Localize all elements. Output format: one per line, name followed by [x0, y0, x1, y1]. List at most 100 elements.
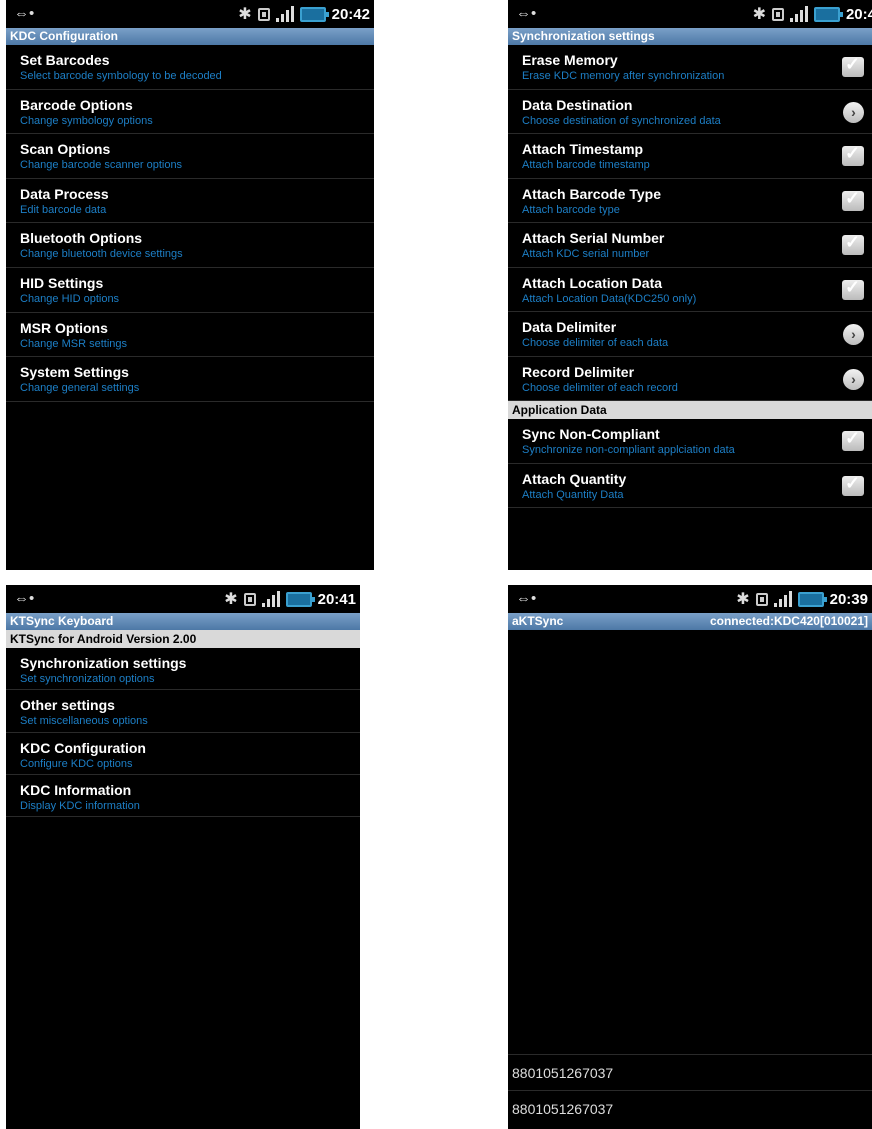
list-item[interactable]: Data Delimiter Choose delimiter of each d… [508, 312, 872, 357]
list-item[interactable]: Attach Timestamp Attach barcode timestamp [508, 134, 872, 179]
sd-card-icon [257, 7, 270, 21]
connection-status: connected:KDC420[010021] [709, 614, 868, 628]
chevron-right-icon[interactable]: › [843, 324, 864, 345]
item-title: System Settings [20, 364, 129, 381]
list-item[interactable]: Sync Non-Compliant Synchronize non-compli… [508, 419, 872, 464]
list-item[interactable]: KDC Information Display KDC information [6, 775, 360, 818]
bluetooth-icon: ✱ [224, 591, 238, 608]
checkbox[interactable] [842, 54, 864, 77]
bluetooth-icon: ✱ [238, 6, 252, 23]
list-item[interactable]: Erase Memory Erase KDC memory after synch… [508, 45, 872, 90]
list-item[interactable]: Attach Quantity Attach Quantity Data [508, 464, 872, 508]
item-subtitle: Attach Quantity Data [522, 488, 624, 501]
item-title: Sync Non-Compliant [522, 426, 660, 442]
item-subtitle: Set miscellaneous options [20, 715, 148, 728]
section-header: Application Data [508, 401, 872, 419]
battery-icon [299, 6, 329, 22]
checkbox[interactable] [842, 277, 864, 300]
checkbox[interactable] [842, 428, 864, 451]
item-title: KDC Information [20, 781, 132, 798]
settings-list: Synchronization settings Set synchronizat… [6, 648, 360, 818]
item-subtitle: Change bluetooth device settings [20, 248, 183, 261]
item-subtitle: Set synchronization options [20, 673, 155, 685]
item-subtitle: Attach barcode timestamp [522, 159, 650, 171]
bluetooth-icon: ✱ [736, 591, 750, 608]
item-title: Record Delimiter [522, 363, 635, 380]
item-subtitle: Change barcode scanner options [20, 159, 183, 172]
item-subtitle: Change MSR settings [20, 337, 127, 350]
status-bar: ⇔• ✱ 20:41 [6, 585, 360, 613]
item-subtitle: Select barcode symbology to be decoded [20, 70, 222, 82]
item-subtitle: Attach Location Data(KDC250 only) [522, 292, 697, 305]
list-item[interactable]: Scan Options Change barcode scanner optio… [6, 134, 374, 179]
clock: 20:39 [829, 590, 868, 608]
signal-icon [275, 6, 294, 22]
item-title: MSR Options [20, 319, 108, 336]
item-title: Attach Serial Number [522, 230, 665, 246]
item-title: Barcode Options [20, 96, 133, 113]
screen-title: KTSync Keyboard [6, 613, 360, 630]
checkbox[interactable] [842, 232, 864, 255]
list-item[interactable]: Attach Barcode Type Attach barcode type [508, 179, 872, 223]
list-item[interactable]: System Settings Change general settings [6, 357, 374, 402]
item-title: Erase Memory [522, 52, 618, 68]
list-item[interactable]: Other settings Set miscellaneous options [6, 690, 360, 733]
list-item[interactable]: Bluetooth Options Change bluetooth device… [6, 223, 374, 268]
app-title: aKTSync [512, 614, 564, 628]
signal-icon [773, 591, 792, 607]
item-title: HID Settings [20, 274, 104, 291]
item-subtitle: Change symbology options [20, 114, 153, 127]
list-item[interactable]: Data Process Edit barcode data [6, 179, 374, 224]
item-title: Scan Options [20, 141, 111, 158]
item-subtitle: Change general settings [20, 382, 140, 395]
signal-icon [261, 591, 280, 607]
sd-card-icon [755, 592, 768, 606]
item-title: Bluetooth Options [20, 230, 143, 247]
list-item[interactable]: KDC Configuration Configure KDC options [6, 733, 360, 775]
barcode-row[interactable]: 8801051267037 [508, 1054, 872, 1090]
item-subtitle: Edit barcode data [20, 203, 107, 216]
clock: 20:41 [317, 590, 356, 608]
chevron-right-icon[interactable]: › [843, 368, 864, 390]
clock: 20:4 [845, 5, 872, 23]
battery-icon [797, 591, 827, 607]
chevron-right-icon[interactable]: › [843, 101, 864, 123]
item-subtitle: Synchronize non-compliant applciation da… [522, 444, 735, 456]
checkbox[interactable] [842, 473, 864, 496]
list-item[interactable]: HID Settings Change HID options [6, 268, 374, 313]
item-title: Data Destination [522, 96, 633, 113]
checkbox[interactable] [842, 143, 864, 166]
settings-list: Sync Non-Compliant Synchronize non-compli… [508, 419, 872, 508]
item-title: Set Barcodes [20, 52, 110, 68]
list-item[interactable]: Attach Location Data Attach Location Data… [508, 268, 872, 312]
list-item[interactable]: Set Barcodes Select barcode symbology to … [6, 45, 374, 90]
list-item[interactable]: Synchronization settings Set synchronizat… [6, 648, 360, 691]
item-subtitle: Choose delimiter of each data [522, 337, 669, 349]
item-title: Attach Quantity [522, 470, 627, 487]
item-title: Attach Location Data [522, 274, 663, 291]
list-item[interactable]: Record Delimiter Choose delimiter of each… [508, 357, 872, 401]
clock: 20:42 [331, 5, 370, 23]
signal-icon [789, 6, 808, 22]
checkbox[interactable] [842, 188, 864, 211]
status-bar: ⇔• ✱ 20:42 [6, 0, 374, 28]
sd-card-icon [243, 592, 256, 606]
item-title: KDC Configuration [20, 739, 146, 756]
item-subtitle: Erase KDC memory after synchronization [522, 70, 725, 82]
item-title: Synchronization settings [20, 655, 187, 671]
item-title: Attach Timestamp [522, 141, 644, 157]
item-subtitle: Choose destination of synchronized data [522, 114, 721, 127]
screen-title: Synchronization settings [508, 28, 872, 45]
item-subtitle: Change HID options [20, 292, 120, 305]
status-bar: ⇔• ✱ 20:39 [508, 585, 872, 613]
list-item[interactable]: MSR Options Change MSR settings [6, 313, 374, 358]
usb-icon: ⇔• [516, 5, 537, 22]
list-item[interactable]: Data Destination Choose destination of sy… [508, 90, 872, 134]
list-item[interactable]: Attach Serial Number Attach KDC serial nu… [508, 223, 872, 268]
barcode-row[interactable]: 8801051267037 [508, 1090, 872, 1126]
list-item[interactable]: Barcode Options Change symbology options [6, 90, 374, 135]
item-title: Data Process [20, 185, 109, 202]
settings-list: Erase Memory Erase KDC memory after synch… [508, 45, 872, 401]
usb-icon: ⇔• [14, 590, 35, 607]
item-title: Other settings [20, 697, 115, 714]
